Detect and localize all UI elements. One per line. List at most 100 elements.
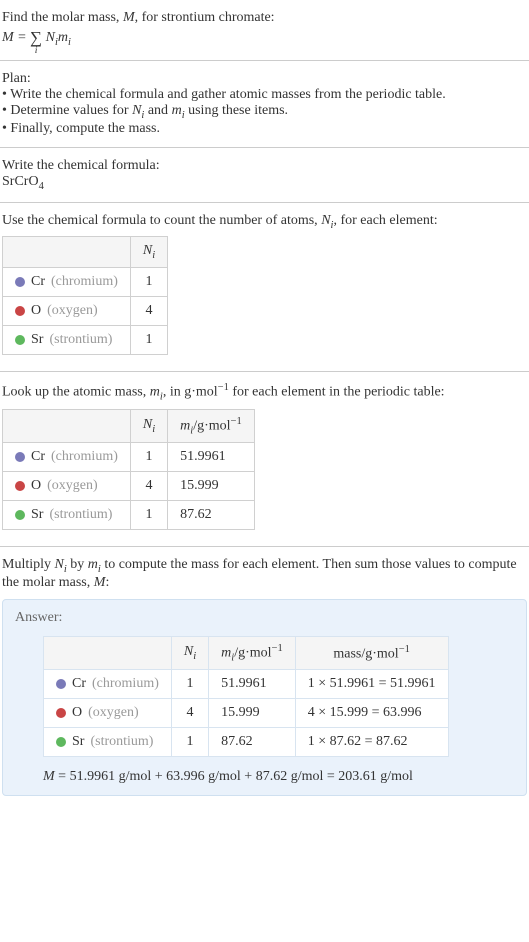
element-symbol: Cr [31, 449, 45, 465]
h-N: N [143, 417, 152, 432]
intro-section: Find the molar mass, M, for strontium ch… [0, 6, 529, 54]
element-cell: Cr (chromium) [3, 443, 131, 472]
header-mass: mass/g·mol−1 [295, 636, 448, 669]
element-dot-icon [56, 679, 66, 689]
h-Nsub: i [193, 651, 196, 662]
header-N: Ni [130, 237, 167, 268]
plan-section: Plan: • Write the chemical formula and g… [0, 67, 529, 141]
h-mass: mass/g·mol [333, 646, 398, 661]
element-cell: Sr (strontium) [3, 326, 131, 355]
divider [0, 202, 529, 203]
element-name: (oxygen) [47, 303, 98, 319]
h-m: m [180, 418, 190, 433]
element-cell: Sr (strontium) [3, 501, 131, 530]
header-blank [3, 409, 131, 442]
element-dot-icon [56, 737, 66, 747]
mass-section: Look up the atomic mass, mi, in g·mol−1 … [0, 378, 529, 540]
element-symbol: Cr [72, 676, 86, 692]
eq-m-sub: i [68, 37, 71, 48]
element-dot-icon [15, 277, 25, 287]
element-dot-icon [15, 510, 25, 520]
mul-post: : [105, 575, 109, 590]
table-row: Sr (strontium) 1 87.62 1 × 87.62 = 87.62 [44, 728, 449, 757]
count-value: 1 [130, 443, 167, 472]
table-row: Cr (chromium) 1 51.9961 1 × 51.9961 = 51… [44, 670, 449, 699]
header-N: Ni [171, 636, 208, 669]
h-unit: /g·mol [193, 418, 230, 433]
element-name: (chromium) [92, 676, 159, 692]
count-value: 1 [171, 728, 208, 757]
table-header-row: Ni mi/g·mol−1 [3, 409, 255, 442]
h-Nsub: i [152, 250, 155, 261]
count-value: 1 [171, 670, 208, 699]
calc-value: 1 × 87.62 = 87.62 [295, 728, 448, 757]
intro-text-pre: Find the molar mass, [2, 10, 123, 25]
intro-line: Find the molar mass, M, for strontium ch… [2, 10, 527, 26]
table-header-row: Ni mi/g·mol−1 mass/g·mol−1 [44, 636, 449, 669]
element-name: (chromium) [51, 449, 118, 465]
element-cell: Cr (chromium) [3, 268, 131, 297]
header-m: mi/g·mol−1 [209, 636, 296, 669]
header-blank [44, 636, 172, 669]
mass-pre: Look up the atomic mass, [2, 385, 150, 400]
element-symbol: Sr [31, 507, 43, 523]
mass-value: 15.999 [209, 699, 296, 728]
h-N: N [184, 644, 193, 659]
mass-exp: −1 [218, 382, 229, 393]
mass-table: Ni mi/g·mol−1 Cr (chromium) 1 51.9961 O … [2, 409, 255, 530]
element-symbol: Sr [72, 734, 84, 750]
mul-m: m [88, 557, 98, 572]
plan-bullet-2: • Determine values for Ni and mi using t… [2, 103, 527, 121]
mass-value: 51.9961 [168, 443, 255, 472]
header-m: mi/g·mol−1 [168, 409, 255, 442]
count-section: Use the chemical formula to count the nu… [0, 209, 529, 366]
element-dot-icon [56, 708, 66, 718]
element-symbol: O [31, 478, 41, 494]
mul-N: N [55, 557, 64, 572]
table-row: Cr (chromium) 1 [3, 268, 168, 297]
formula-sub: 4 [39, 181, 44, 192]
element-dot-icon [15, 452, 25, 462]
table-header-row: Ni [3, 237, 168, 268]
mass-value: 87.62 [209, 728, 296, 757]
count-pre: Use the chemical formula to count the nu… [2, 213, 321, 228]
mass-m: m [150, 385, 160, 400]
plan-b2-and: and [144, 103, 171, 118]
element-name: (strontium) [49, 507, 112, 523]
element-dot-icon [15, 335, 25, 345]
mass-mid: , in g·mol [163, 385, 218, 400]
table-row: Sr (strontium) 1 [3, 326, 168, 355]
multiply-intro: Multiply Ni by mi to compute the mass fo… [2, 557, 527, 591]
element-dot-icon [15, 306, 25, 316]
answer-label: Answer: [15, 610, 514, 626]
h-massexp: −1 [399, 644, 410, 655]
answer-table: Ni mi/g·mol−1 mass/g·mol−1 Cr (chromium)… [43, 636, 449, 757]
divider [0, 60, 529, 61]
table-row: O (oxygen) 4 [3, 297, 168, 326]
intro-equation: M = ∑i Nimi [2, 28, 527, 48]
h-m: m [221, 646, 231, 661]
count-value: 1 [130, 268, 167, 297]
header-N: Ni [130, 409, 167, 442]
calc-value: 4 × 15.999 = 63.996 [295, 699, 448, 728]
element-name: (strontium) [49, 332, 112, 348]
eq-N: N [46, 30, 55, 45]
mass-value: 15.999 [168, 472, 255, 501]
mass-intro: Look up the atomic mass, mi, in g·mol−1 … [2, 382, 527, 402]
divider [0, 546, 529, 547]
count-value: 1 [130, 326, 167, 355]
count-value: 4 [130, 297, 167, 326]
element-dot-icon [15, 481, 25, 491]
plan-title: Plan: [2, 71, 527, 87]
element-name: (oxygen) [47, 478, 98, 494]
table-row: O (oxygen) 4 15.999 4 × 15.999 = 63.996 [44, 699, 449, 728]
mass-post: for each element in the periodic table: [229, 385, 445, 400]
element-symbol: Sr [31, 332, 43, 348]
count-value: 4 [171, 699, 208, 728]
mass-value: 87.62 [168, 501, 255, 530]
plan-bullet-3: • Finally, compute the mass. [2, 121, 527, 137]
final-equation: M = 51.9961 g/mol + 63.996 g/mol + 87.62… [15, 769, 514, 785]
plan-b2-m: m [172, 103, 182, 118]
final-rest: = 51.9961 g/mol + 63.996 g/mol + 87.62 g… [55, 769, 413, 784]
chemical-formula: SrCrO4 [2, 174, 527, 192]
